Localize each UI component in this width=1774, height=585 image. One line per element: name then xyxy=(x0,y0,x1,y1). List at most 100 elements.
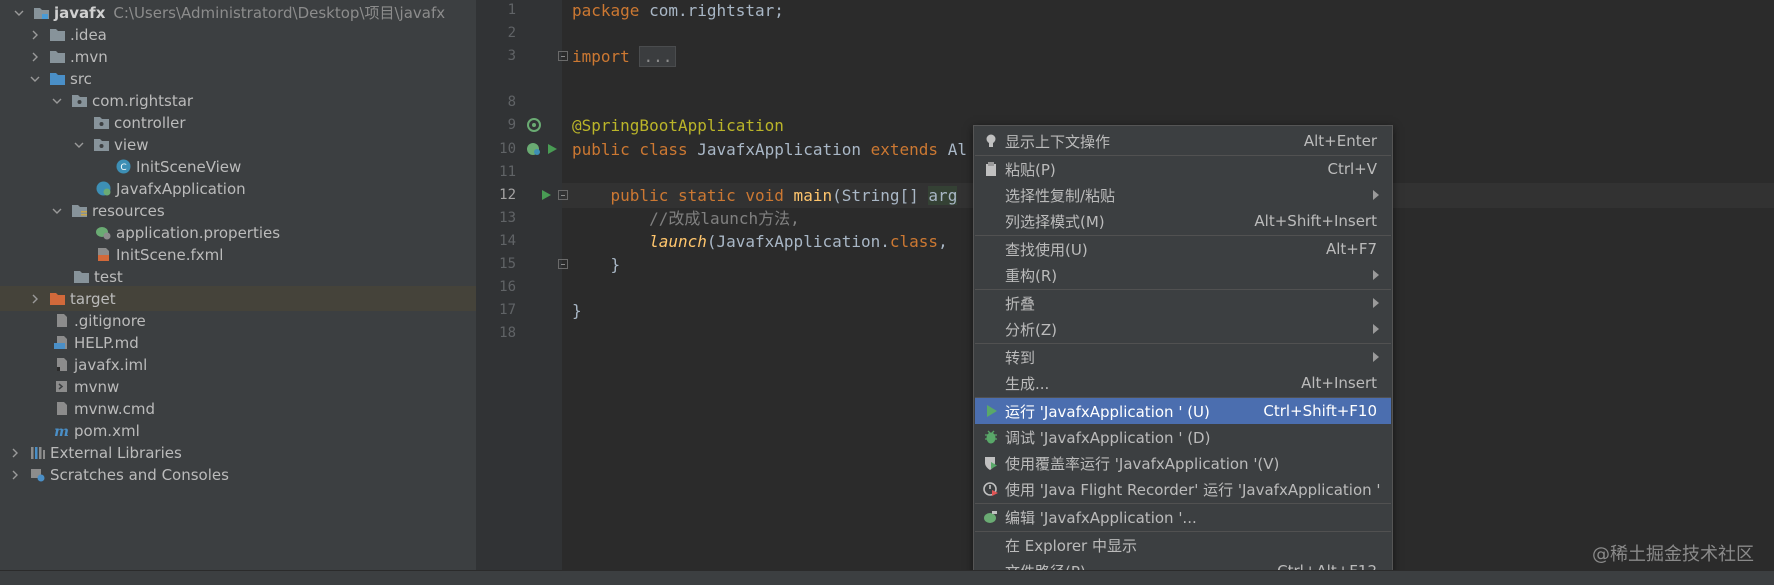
tree-item-label: target xyxy=(70,289,116,308)
menu-item-paste[interactable]: 粘贴(P) Ctrl+V xyxy=(975,156,1391,182)
code-line-15: } xyxy=(572,252,621,277)
line-number: 16 xyxy=(499,279,516,295)
tree-item-label: src xyxy=(70,69,92,88)
run-gutter-icon[interactable] xyxy=(544,141,560,157)
context-menu: 显示上下文操作 Alt+Enter 粘贴(P) Ctrl+V 选择性复制/粘贴 … xyxy=(973,125,1393,585)
spring-bean-gutter-icon[interactable] xyxy=(526,117,542,133)
menu-item-column-selection[interactable]: 列选择模式(M) Alt+Shift+Insert xyxy=(975,208,1391,234)
code-line-9: @SpringBootApplication xyxy=(572,113,784,138)
menu-item-debug[interactable]: 调试 'JavafxApplication ' (D) xyxy=(975,424,1391,450)
line-number: 12 xyxy=(499,187,516,203)
fold-toggle-icon[interactable] xyxy=(558,259,568,269)
line-number: 13 xyxy=(499,210,516,226)
menu-item-folding[interactable]: 折叠 xyxy=(975,290,1391,316)
line-number: 11 xyxy=(499,164,516,180)
menu-item-label: 运行 'JavafxApplication ' (U) xyxy=(1005,402,1210,421)
submenu-arrow-icon xyxy=(1373,324,1379,334)
menu-icon-spacer xyxy=(983,241,999,257)
chevron-right-icon[interactable] xyxy=(8,468,22,482)
chevron-down-icon[interactable] xyxy=(50,204,64,218)
fold-toggle-icon[interactable] xyxy=(558,51,568,61)
menu-item-show-in-explorer[interactable]: 在 Explorer 中显示 xyxy=(975,532,1391,558)
line-number: 14 xyxy=(499,233,516,249)
menu-icon-spacer xyxy=(983,537,999,553)
package-icon xyxy=(70,93,88,109)
spring-properties-icon xyxy=(94,225,112,241)
file-icon xyxy=(52,401,70,417)
tree-item-label: application.properties xyxy=(116,223,281,242)
tree-item-label: mvnw xyxy=(74,377,120,396)
menu-icon-spacer xyxy=(983,375,999,391)
menu-item-label: 调试 'JavafxApplication ' (D) xyxy=(1005,428,1211,447)
code-line-1: package com.rightstar; xyxy=(572,0,784,23)
menu-item-label: 生成... xyxy=(1005,374,1050,393)
submenu-arrow-icon xyxy=(1373,190,1379,200)
menu-item-show-context-actions[interactable]: 显示上下文操作 Alt+Enter xyxy=(975,128,1391,154)
keyword: extends xyxy=(870,140,939,159)
package-icon xyxy=(92,115,110,131)
tree-item-label: .idea xyxy=(70,25,107,44)
chevron-right-icon[interactable] xyxy=(8,446,22,460)
parameter: arg xyxy=(928,186,958,205)
menu-item-analyze[interactable]: 分析(Z) xyxy=(975,316,1391,342)
submenu-arrow-icon xyxy=(1373,352,1379,362)
chevron-right-icon[interactable] xyxy=(28,292,42,306)
chevron-right-icon[interactable] xyxy=(28,28,42,42)
submenu-arrow-icon xyxy=(1373,270,1379,280)
folder-icon xyxy=(48,27,66,43)
java-class-icon: C xyxy=(114,159,132,175)
tree-item-label: External Libraries xyxy=(50,443,182,462)
resources-folder-icon xyxy=(70,203,88,219)
line-number: 3 xyxy=(507,48,516,64)
menu-item-label: 使用 'Java Flight Recorder' 运行 'JavafxAppl… xyxy=(1005,480,1381,499)
menu-item-copy-paste-special[interactable]: 选择性复制/粘贴 xyxy=(975,182,1391,208)
menu-item-shortcut: Alt+Enter xyxy=(1303,132,1377,150)
menu-item-shortcut: Ctrl+Shift+F10 xyxy=(1263,402,1377,420)
tree-item-scratches[interactable]: Scratches and Consoles xyxy=(0,462,476,487)
menu-icon-spacer xyxy=(983,321,999,337)
chevron-down-icon[interactable] xyxy=(50,94,64,108)
run-gutter-icon[interactable] xyxy=(538,187,554,203)
code-line-12: public static void main(String[] arg xyxy=(572,183,958,208)
menu-item-label: 粘贴(P) xyxy=(1005,160,1056,179)
spring-boot-class-icon xyxy=(94,181,112,197)
keyword: public class xyxy=(572,140,688,159)
code-text: com.rightstar; xyxy=(639,1,784,20)
paste-icon xyxy=(983,161,999,177)
maven-icon: m xyxy=(52,423,70,439)
menu-item-run[interactable]: 运行 'JavafxApplication ' (U) Ctrl+Shift+F… xyxy=(975,398,1391,424)
folded-imports[interactable]: ... xyxy=(639,46,677,67)
scratches-icon xyxy=(28,467,46,483)
chevron-down-icon[interactable] xyxy=(28,72,42,86)
fold-toggle-icon[interactable] xyxy=(558,190,568,200)
spring-icon xyxy=(983,509,999,525)
tree-item-label: JavafxApplication xyxy=(116,179,246,198)
tree-item-label: InitScene.fxml xyxy=(116,245,224,264)
class-name: JavafxApplication xyxy=(687,140,871,159)
tree-item-label: pom.xml xyxy=(74,421,140,440)
chevron-down-icon[interactable] xyxy=(72,138,86,152)
menu-item-run-with-coverage[interactable]: 使用覆盖率运行 'JavafxApplication '(V) xyxy=(975,450,1391,476)
menu-icon-spacer xyxy=(983,267,999,283)
chevron-right-icon[interactable] xyxy=(28,50,42,64)
lightbulb-icon xyxy=(983,133,999,149)
spring-boot-gutter-icon[interactable] xyxy=(526,141,542,157)
menu-item-find-usages[interactable]: 查找使用(U) Alt+F7 xyxy=(975,236,1391,262)
line-number: 8 xyxy=(507,94,516,110)
project-tree: javafx C:\Users\Administratord\Desktop\项… xyxy=(0,0,476,570)
menu-item-label: 分析(Z) xyxy=(1005,320,1057,339)
menu-item-run-with-flight-recorder[interactable]: 使用 'Java Flight Recorder' 运行 'JavafxAppl… xyxy=(975,476,1391,502)
line-number: 17 xyxy=(499,302,516,318)
tree-item-label: view xyxy=(114,135,149,154)
library-icon xyxy=(28,445,46,461)
menu-item-edit-configuration[interactable]: 编辑 'JavafxApplication '... xyxy=(975,504,1391,530)
code-text: (String[] xyxy=(832,186,929,205)
menu-item-refactor[interactable]: 重构(R) xyxy=(975,262,1391,288)
chevron-down-icon[interactable] xyxy=(12,6,26,20)
status-bar xyxy=(0,570,1774,585)
source-folder-icon xyxy=(48,71,66,87)
menu-item-generate[interactable]: 生成... Alt+Insert xyxy=(975,370,1391,396)
menu-item-goto[interactable]: 转到 xyxy=(975,344,1391,370)
tree-item-label: test xyxy=(94,267,123,286)
tree-item-label: .gitignore xyxy=(74,311,146,330)
